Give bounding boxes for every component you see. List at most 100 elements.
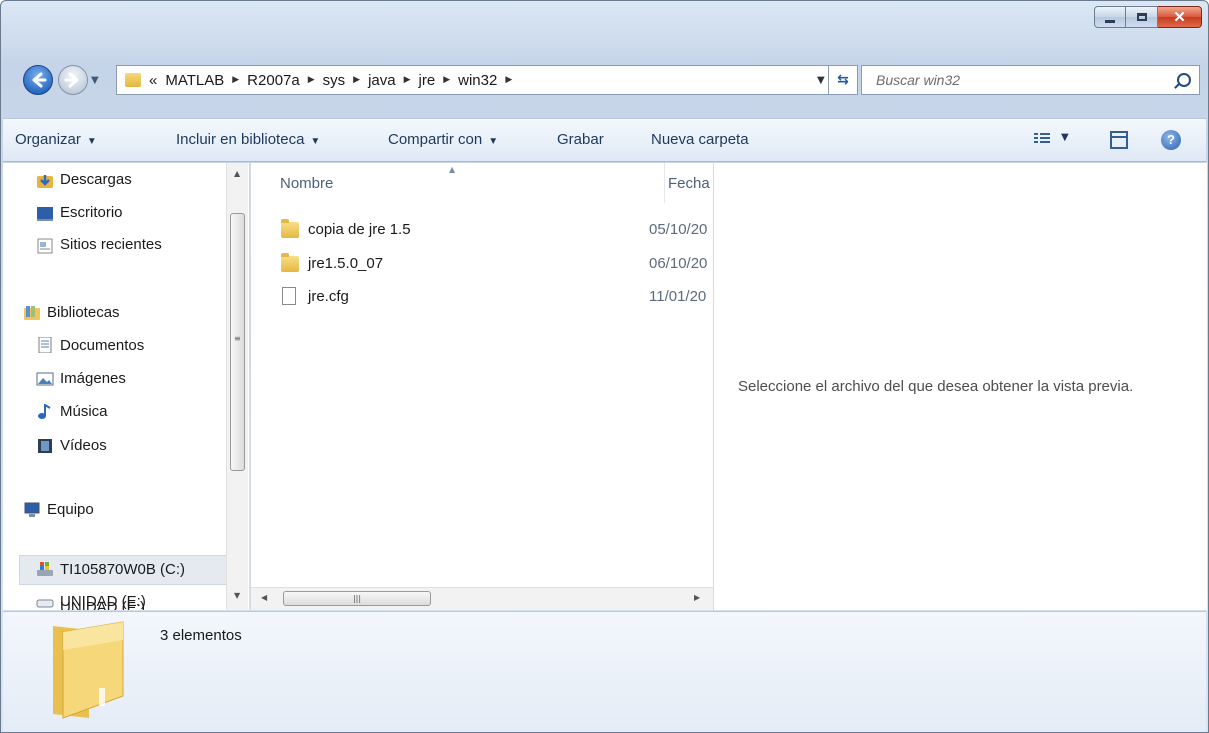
chevron-right-icon[interactable]: ▶ (505, 75, 512, 85)
file-name: jre1.5.0_07 (308, 255, 384, 272)
nav-item-musica[interactable]: Música (60, 403, 108, 420)
window-controls: ✕ (1094, 6, 1202, 28)
nav-item-sitios-recientes[interactable]: Sitios recientes (60, 236, 162, 253)
chevron-down-icon: ▼ (488, 136, 499, 147)
view-options-dropdown[interactable]: ▼ (1061, 132, 1069, 143)
scroll-down-icon[interactable]: ▼ (234, 591, 240, 600)
column-header-date[interactable]: Fecha de (668, 175, 712, 192)
item-count: 3 elementos (160, 627, 242, 644)
preview-pane: Seleccione el archivo del que desea obte… (713, 163, 1207, 610)
nav-item-documentos[interactable]: Documentos (60, 337, 144, 354)
refresh-button[interactable]: ⇆ (828, 65, 858, 95)
libraries-icon (24, 306, 40, 320)
recent-places-icon (37, 238, 53, 254)
file-date: 06/10/20 (649, 255, 708, 272)
chevron-right-icon[interactable]: ▶ (443, 75, 450, 85)
back-button[interactable] (23, 65, 53, 95)
scrollbar-thumb[interactable]: ≡ (230, 213, 245, 471)
nav-item-drive-f-clip: UNIDAD (F:) (3, 599, 228, 610)
nav-item-equipo[interactable]: Equipo (47, 501, 94, 518)
preview-pane-icon[interactable] (1110, 131, 1128, 149)
column-header-name[interactable]: Nombre (280, 175, 333, 192)
file-row[interactable]: jre1.5.0_07 06/10/20 (251, 252, 713, 278)
refresh-icon: ⇆ (837, 72, 849, 88)
recent-pages-dropdown[interactable]: ▼ (91, 75, 99, 86)
maximize-icon (1136, 13, 1147, 21)
chevron-right-icon[interactable]: ▶ (232, 75, 239, 85)
nav-item-drive-c[interactable]: TI105870W0B (C:) (60, 561, 185, 578)
sort-ascending-icon: ▲ (449, 165, 456, 174)
file-date: 11/01/20 (649, 288, 707, 305)
file-icon (282, 287, 296, 305)
nav-item-descargas[interactable]: Descargas (60, 171, 132, 188)
horizontal-scrollbar[interactable]: ◀ ||| ▶ (251, 587, 713, 610)
downloads-icon (37, 175, 53, 188)
chevron-down-icon: ▼ (310, 136, 321, 147)
breadcrumb-jre[interactable]: jre (419, 72, 436, 89)
nav-item-escritorio[interactable]: Escritorio (60, 204, 123, 221)
forward-arrow-icon (64, 72, 79, 88)
file-row[interactable]: jre.cfg 11/01/20 (251, 285, 713, 311)
include-library-button[interactable]: Incluir en biblioteca ▼ (176, 131, 320, 148)
nav-item-imagenes[interactable]: Imágenes (60, 370, 126, 387)
breadcrumb-matlab[interactable]: MATLAB (165, 72, 224, 89)
share-with-button[interactable]: Compartir con ▼ (388, 131, 498, 148)
computer-icon (24, 502, 40, 517)
music-icon (38, 404, 51, 419)
command-bar: Organizar ▼ Incluir en biblioteca ▼ Compar… (3, 118, 1206, 162)
search-icon[interactable] (1177, 73, 1191, 87)
breadcrumb-win32[interactable]: win32 (458, 72, 497, 89)
breadcrumb-sys[interactable]: sys (323, 72, 346, 89)
folder-icon (53, 621, 124, 719)
share-with-label: Compartir con (388, 131, 483, 148)
preview-message: Seleccione el archivo del que desea obte… (738, 378, 1134, 395)
breadcrumb-overflow[interactable]: « (149, 72, 157, 89)
file-name: copia de jre 1.5 (308, 221, 411, 238)
chevron-right-icon[interactable]: ▶ (404, 75, 411, 85)
scrollbar-thumb[interactable]: ||| (283, 591, 431, 606)
details-pane: 3 elementos (3, 611, 1206, 732)
folder-icon (281, 253, 299, 272)
file-name: jre.cfg (308, 288, 349, 305)
back-arrow-icon (32, 72, 47, 88)
organize-button[interactable]: Organizar ▼ (15, 131, 97, 148)
address-history-dropdown[interactable]: ▼ (817, 75, 825, 86)
pictures-icon (36, 372, 54, 386)
chevron-right-icon[interactable]: ▶ (308, 75, 315, 85)
nav-item-videos[interactable]: Vídeos (60, 437, 107, 454)
breadcrumb-java[interactable]: java (368, 72, 396, 89)
close-icon: ✕ (1173, 8, 1186, 26)
scroll-up-icon[interactable]: ▲ (234, 169, 240, 178)
nav-item-drive-f[interactable]: UNIDAD (F:) (60, 599, 145, 610)
scroll-left-icon[interactable]: ◀ (261, 593, 267, 602)
column-divider[interactable] (664, 163, 665, 203)
navigation-scrollbar[interactable]: ▲ ≡ ▼ (226, 163, 248, 610)
minimize-button[interactable] (1094, 6, 1126, 28)
nav-item-bibliotecas[interactable]: Bibliotecas (47, 304, 120, 321)
search-box[interactable] (861, 65, 1200, 95)
search-input[interactable] (874, 71, 1158, 89)
breadcrumb-r2007a[interactable]: R2007a (247, 72, 300, 89)
change-view-icon[interactable] (1034, 133, 1050, 147)
new-folder-button[interactable]: Nueva carpeta (651, 131, 749, 148)
folder-icon (125, 73, 141, 87)
chevron-right-icon[interactable]: ▶ (353, 75, 360, 85)
videos-icon (38, 439, 52, 453)
minimize-icon (1105, 19, 1115, 23)
help-icon[interactable]: ? (1161, 130, 1181, 150)
explorer-window: ✕ ▼ « MATLAB ▶ R2007a ▶ sys ▶ java ▶ jre… (0, 0, 1209, 733)
maximize-button[interactable] (1126, 6, 1158, 28)
file-row[interactable]: copia de jre 1.5 05/10/20 (251, 218, 713, 244)
documents-icon (38, 337, 52, 353)
burn-button[interactable]: Grabar (557, 131, 604, 148)
forward-button[interactable] (58, 65, 88, 95)
chevron-down-icon: ▼ (86, 136, 97, 147)
scroll-right-icon[interactable]: ▶ (694, 593, 700, 602)
organize-label: Organizar (15, 131, 81, 148)
folder-icon (281, 219, 299, 238)
address-bar[interactable]: « MATLAB ▶ R2007a ▶ sys ▶ java ▶ jre ▶ w… (116, 65, 846, 95)
desktop-icon (37, 207, 53, 221)
navigation-pane: Descargas Escritorio Sitios recientes Bi… (3, 163, 249, 610)
close-button[interactable]: ✕ (1158, 6, 1202, 28)
include-library-label: Incluir en biblioteca (176, 131, 305, 148)
